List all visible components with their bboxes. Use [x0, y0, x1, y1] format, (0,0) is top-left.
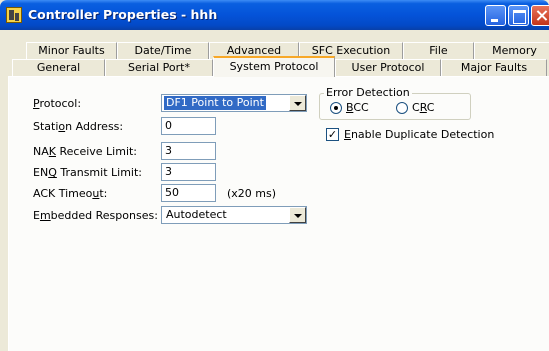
enq-transmit-limit-label: ENQ Transmit Limit: — [33, 166, 142, 179]
embedded-responses-value: Autodetect — [166, 208, 227, 221]
controller-icon[interactable] — [6, 7, 22, 23]
nak-receive-limit-label: NAK Receive Limit: — [33, 145, 138, 158]
tab-memory[interactable]: Memory — [474, 42, 549, 59]
station-address-field[interactable]: 0 — [161, 117, 216, 135]
tab-minor-faults[interactable]: Minor Faults — [26, 42, 117, 59]
chevron-down-icon[interactable] — [289, 95, 306, 111]
crc-label[interactable]: CRC — [412, 101, 434, 114]
nak-receive-limit-field[interactable]: 3 — [161, 142, 216, 160]
station-address-label: Station Address: — [33, 120, 124, 133]
protocol-combo[interactable]: DF1 Point to Point — [161, 94, 307, 112]
ack-timeout-unit: (x20 ms) — [227, 187, 277, 200]
tab-file[interactable]: File — [403, 42, 474, 59]
error-detection-legend: Error Detection — [324, 86, 412, 99]
close-button[interactable] — [531, 5, 549, 26]
window-title: Controller Properties - hhh — [28, 7, 218, 22]
bcc-label[interactable]: BCC — [346, 101, 369, 114]
maximize-button[interactable] — [508, 5, 529, 26]
tab-date-time[interactable]: Date/Time — [117, 42, 209, 59]
enable-duplicate-detection-label[interactable]: Enable Duplicate Detection — [344, 128, 494, 141]
tab-row-front: General Serial Port* System Protocol Use… — [12, 56, 547, 77]
tab-serial-port[interactable]: Serial Port* — [105, 59, 213, 76]
embedded-responses-combo[interactable]: Autodetect — [161, 206, 307, 224]
protocol-label: Protocol: — [33, 97, 82, 110]
error-detection-group: Error Detection BCC CRC — [319, 86, 471, 120]
chevron-down-icon[interactable] — [289, 207, 306, 223]
tab-major-faults[interactable]: Major Faults — [441, 59, 547, 76]
tab-user-protocol[interactable]: User Protocol — [335, 59, 441, 76]
ack-timeout-field[interactable]: 50 — [161, 184, 216, 202]
crc-radio[interactable] — [396, 102, 408, 114]
title-bar[interactable]: Controller Properties - hhh — [0, 0, 549, 30]
minimize-button[interactable] — [485, 5, 506, 26]
ack-timeout-label: ACK Timeout: — [33, 187, 108, 200]
enable-duplicate-detection-checkbox[interactable]: ✓ — [326, 128, 339, 141]
enq-transmit-limit-field[interactable]: 3 — [161, 163, 216, 181]
tab-system-protocol[interactable]: System Protocol — [213, 56, 335, 77]
embedded-responses-label: Embedded Responses: — [33, 209, 158, 222]
tab-general[interactable]: General — [12, 59, 105, 76]
bcc-radio[interactable] — [330, 102, 342, 114]
protocol-value: DF1 Point to Point — [164, 96, 266, 110]
system-protocol-panel: Protocol: DF1 Point to Point Station Add… — [8, 76, 549, 351]
